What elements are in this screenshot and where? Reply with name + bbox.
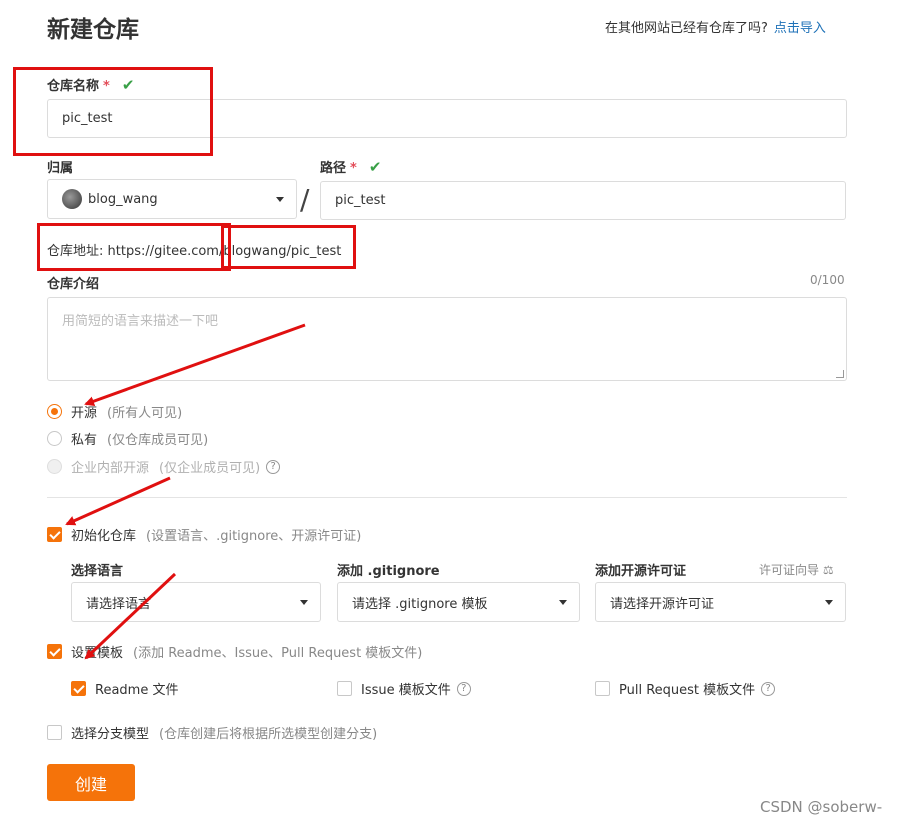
annotation-arrow	[65, 476, 171, 526]
annotation-arrows	[65, 323, 306, 660]
annotation-arrow	[84, 323, 306, 406]
annotation-arrow	[84, 572, 177, 660]
